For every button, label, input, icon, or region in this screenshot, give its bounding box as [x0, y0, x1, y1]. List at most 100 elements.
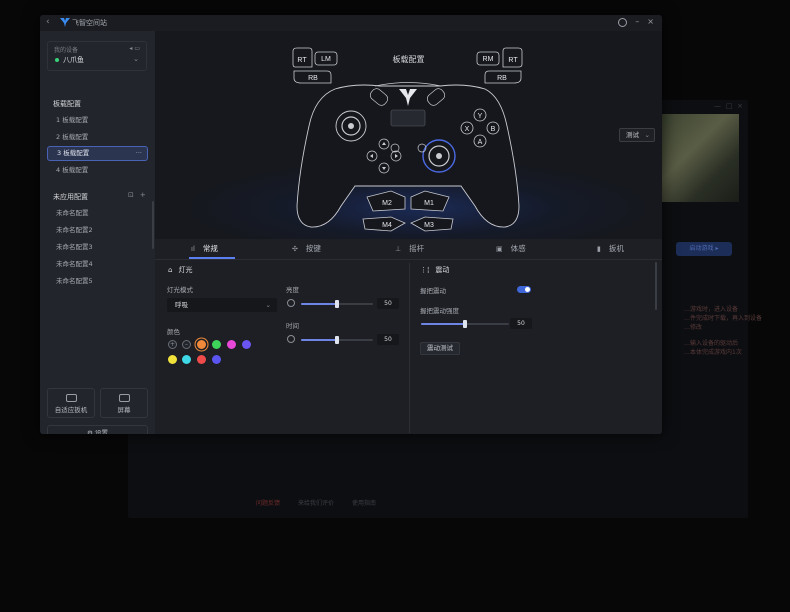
controller-stage: 板载配置 测试 ⌄ RT LM RB RM RT RB Y X B A M2 M…: [155, 31, 662, 239]
color-swatch-orange[interactable]: [197, 340, 206, 349]
user-icon[interactable]: [618, 18, 628, 27]
rb-right-button[interactable]: RB: [484, 70, 522, 84]
clock-icon: [287, 335, 295, 343]
screen-button[interactable]: 屏幕: [100, 388, 148, 418]
tab-stick[interactable]: ⊥ 摇杆: [395, 243, 424, 254]
lm-label: LM: [321, 56, 331, 63]
add-color-button[interactable]: +: [168, 340, 177, 349]
tab-motion[interactable]: ▣ 体感: [496, 243, 526, 254]
brightness-value[interactable]: 50: [377, 298, 399, 309]
color-swatch-red[interactable]: [197, 355, 206, 364]
m4-button[interactable]: M4: [362, 216, 406, 232]
time-slider[interactable]: [301, 336, 373, 344]
add-icon[interactable]: +: [140, 191, 146, 199]
light-mode-select[interactable]: 呼吸 ⌄: [167, 298, 277, 312]
time-slider-knob[interactable]: [335, 336, 339, 344]
rb-left-button[interactable]: RB: [293, 70, 332, 84]
close-button[interactable]: ×: [647, 17, 654, 27]
device-selector[interactable]: 我的设备 ◂ ▭ 八爪鱼 ⌄: [47, 41, 147, 71]
chevron-down-icon: ⌄: [133, 55, 139, 63]
settings-button[interactable]: ⚙ 设置: [47, 425, 148, 434]
guide-link: 使用指南: [352, 500, 377, 507]
chevron-down-icon: ⌄: [265, 301, 271, 309]
tab-bar: ıl 常规 ✣ 按键 ⊥ 摇杆 ▣ 体感 ▮ 扳机: [155, 239, 662, 259]
grip-vibration-label: 握把震动: [420, 287, 446, 295]
rt-left-button[interactable]: RT: [292, 47, 313, 68]
gear-icon: ⚙: [87, 429, 95, 434]
time-label: 时间: [286, 322, 299, 330]
sidebar-item-unapplied[interactable]: 未命名配置5: [47, 274, 148, 289]
controller-body: [296, 84, 520, 228]
sidebar-item-unapplied[interactable]: 未命名配置4: [47, 257, 148, 272]
m2-button[interactable]: M2: [366, 190, 406, 212]
rb-right-label: RB: [497, 75, 507, 82]
minimize-button[interactable]: –: [635, 17, 639, 27]
back-icon[interactable]: ‹: [46, 17, 50, 27]
titlebar: ‹ 飞智空间站 – ×: [40, 15, 662, 31]
bg-minimize: —: [714, 102, 721, 110]
vibration-strength-label: 握把震动强度: [420, 307, 459, 315]
vibration-strength-value[interactable]: 50: [510, 318, 532, 329]
more-icon[interactable]: ···: [136, 147, 142, 160]
sidebar-item-config-1[interactable]: 1 板载配置: [47, 113, 148, 128]
m3-label: M3: [424, 222, 434, 229]
rm-button[interactable]: RM: [476, 51, 500, 66]
sidebar-item-unapplied[interactable]: 未命名配置3: [47, 240, 148, 255]
controller-screen: [390, 109, 426, 127]
rt-left-label: RT: [297, 57, 307, 64]
panel-divider: [409, 263, 410, 433]
x-button-label: X: [465, 126, 470, 133]
a-button-label: A: [478, 139, 483, 146]
color-label: 颜色: [167, 328, 180, 336]
adaptive-trigger-button[interactable]: 自适应扳机: [47, 388, 95, 418]
sidebar-item-unapplied[interactable]: 未命名配置: [47, 206, 148, 221]
y-button-label: Y: [478, 113, 483, 120]
color-swatch-green[interactable]: [212, 340, 221, 349]
tab-general[interactable]: ıl 常规: [191, 243, 218, 254]
color-swatch-blue[interactable]: [212, 355, 221, 364]
vibration-slider-knob[interactable]: [463, 320, 467, 328]
brightness-slider-knob[interactable]: [335, 300, 339, 308]
sidebar-scrollbar[interactable]: [152, 201, 154, 249]
color-swatch-cyan[interactable]: [182, 355, 191, 364]
vibration-section-title: ⋮¦ 震动: [420, 265, 449, 275]
color-swatch-magenta[interactable]: [227, 340, 236, 349]
content-scrollbar[interactable]: [655, 262, 657, 310]
b-button-label: B: [491, 126, 496, 133]
grip-vibration-toggle[interactable]: [517, 286, 531, 293]
tab-trigger[interactable]: ▮ 扳机: [597, 243, 624, 254]
vibration-strength-slider[interactable]: [421, 320, 509, 328]
color-swatch-yellow[interactable]: [168, 355, 177, 364]
import-icon[interactable]: ⊡: [128, 191, 134, 199]
sidebar-item-unapplied[interactable]: 未命名配置2: [47, 223, 148, 238]
m1-button[interactable]: M1: [410, 190, 450, 212]
flydigi-logo-icon: [60, 18, 70, 27]
remove-color-button[interactable]: –: [182, 340, 191, 349]
bg-text: …游戏时，进入设备: [684, 306, 739, 313]
rb-left-label: RB: [308, 75, 318, 82]
bg-footer: 问题反馈 来给我们评价 使用指南: [256, 498, 376, 507]
trigger-icon: ▮: [597, 244, 601, 253]
m3-button[interactable]: M3: [410, 216, 454, 232]
bg-close: ×: [737, 102, 743, 110]
bg-text: …输入设备的驱动后: [684, 340, 739, 347]
sidebar-item-label: 3 板载配置: [57, 149, 90, 157]
brightness-slider[interactable]: [301, 300, 373, 308]
sidebar-item-config-4[interactable]: 4 板载配置: [47, 163, 148, 178]
brightness-icon: [287, 299, 295, 307]
time-value[interactable]: 50: [377, 334, 399, 345]
sidebar-item-config-2[interactable]: 2 板载配置: [47, 130, 148, 145]
color-swatch-purple[interactable]: [242, 340, 251, 349]
light-section-title: ⌂ 灯光: [168, 265, 192, 275]
lm-button[interactable]: LM: [314, 51, 338, 66]
rt-right-label: RT: [508, 57, 518, 64]
sidebar-item-config-3[interactable]: 3 板载配置 ···: [47, 146, 148, 161]
tab-buttons[interactable]: ✣ 按键: [292, 243, 321, 254]
light-title: 灯光: [178, 266, 193, 274]
light-icon: ⌂: [168, 266, 173, 274]
gamepad-icon: [65, 394, 77, 402]
rt-right-button[interactable]: RT: [502, 47, 523, 68]
main-window: ‹ 飞智空间站 – × 我的设备 ◂ ▭ 八爪鱼 ⌄ 板载配置 1 板载配置 2…: [40, 15, 662, 434]
vibration-test-button[interactable]: 震动测试: [420, 342, 460, 355]
vibration-title: 震动: [435, 266, 450, 274]
